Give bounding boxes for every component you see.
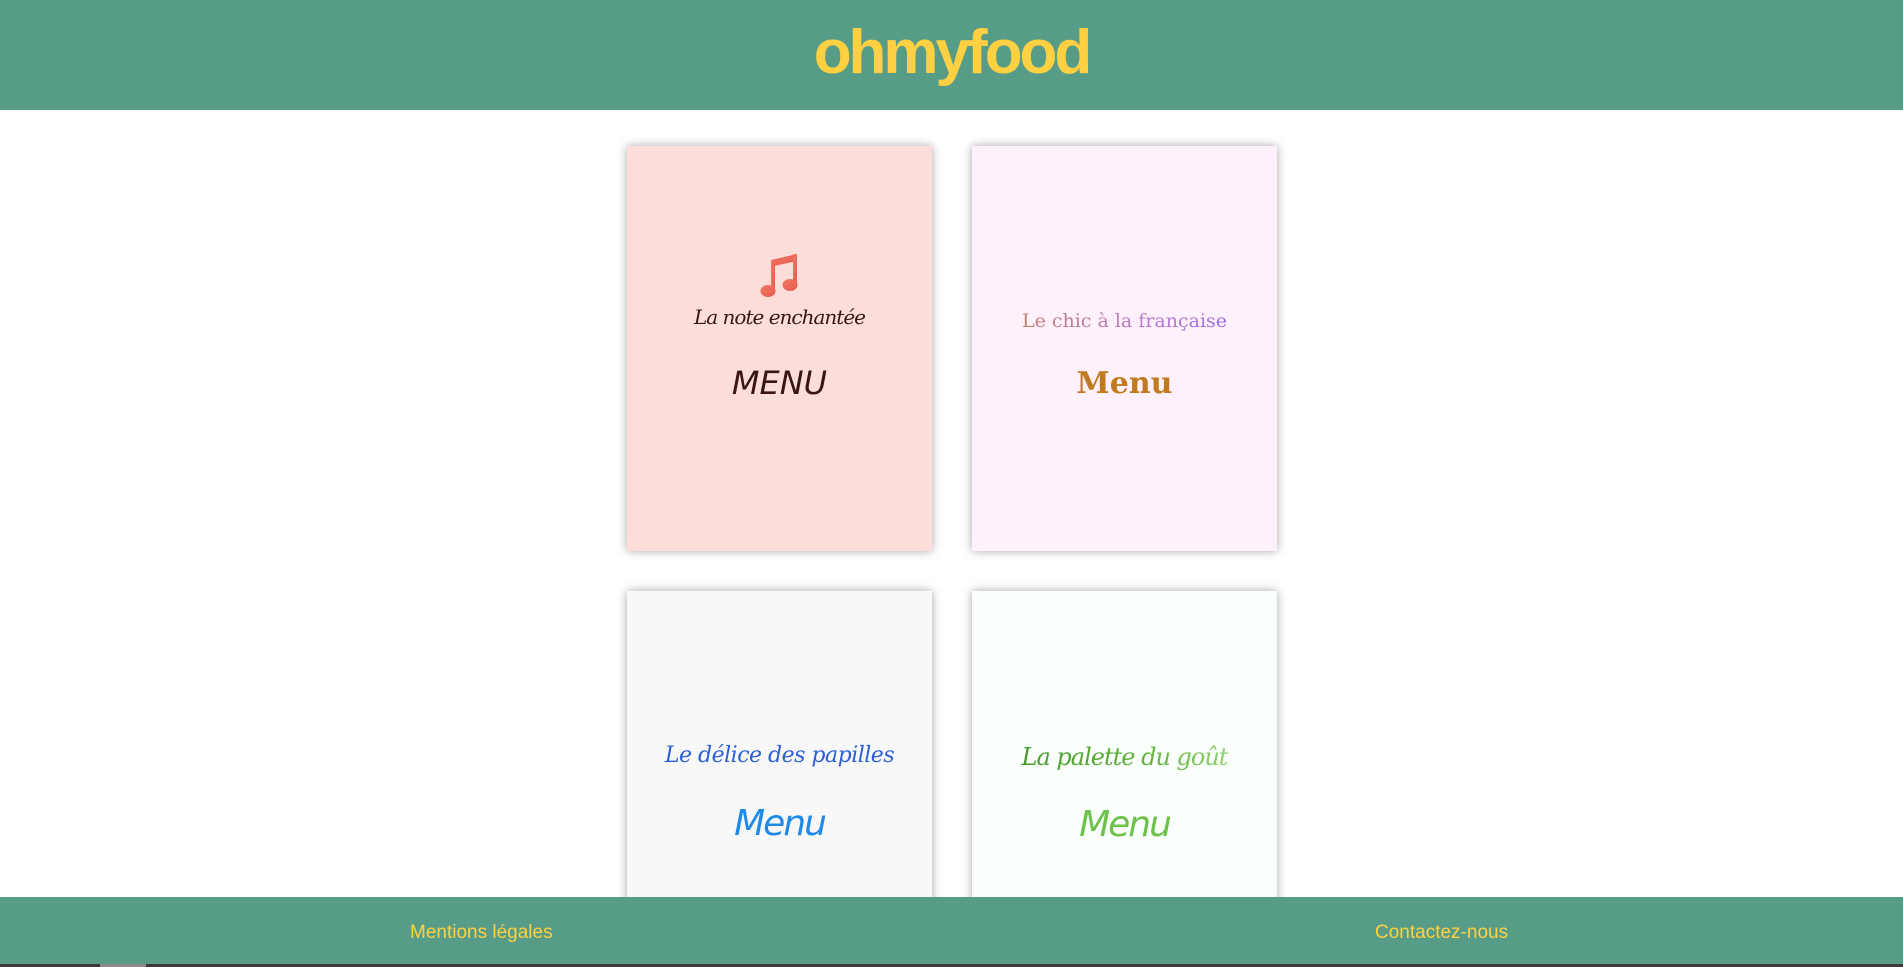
- menu-label: Menu: [1079, 804, 1172, 845]
- menu-label: Menu: [734, 803, 827, 844]
- music-note-icon: [627, 252, 932, 300]
- restaurant-title: Le délice des papilles: [664, 743, 895, 768]
- legal-notice-link[interactable]: Mentions légales: [410, 922, 553, 944]
- restaurant-title: Le chic à la française: [972, 310, 1277, 332]
- restaurant-title: La palette du goût: [972, 743, 1277, 771]
- restaurant-card-palette-gout[interactable]: La palette du goût Menu: [972, 591, 1277, 921]
- contact-link[interactable]: Contactez-nous: [1375, 922, 1508, 944]
- menu-label: Menu: [1076, 366, 1173, 401]
- restaurant-title: La note enchantée: [693, 305, 866, 329]
- menu-label: MENU: [731, 364, 828, 402]
- site-footer: Mentions légales Contactez-nous: [0, 897, 1903, 967]
- site-header: ohmyfood: [0, 0, 1903, 110]
- restaurant-card-delice-papilles[interactable]: Le délice des papilles Menu: [627, 591, 932, 921]
- site-logo[interactable]: ohmyfood: [814, 17, 1093, 88]
- restaurant-card-chic-francaise[interactable]: Le chic à la française Menu: [972, 146, 1277, 551]
- restaurant-card-note-enchantee[interactable]: La note enchantée MENU: [627, 146, 932, 551]
